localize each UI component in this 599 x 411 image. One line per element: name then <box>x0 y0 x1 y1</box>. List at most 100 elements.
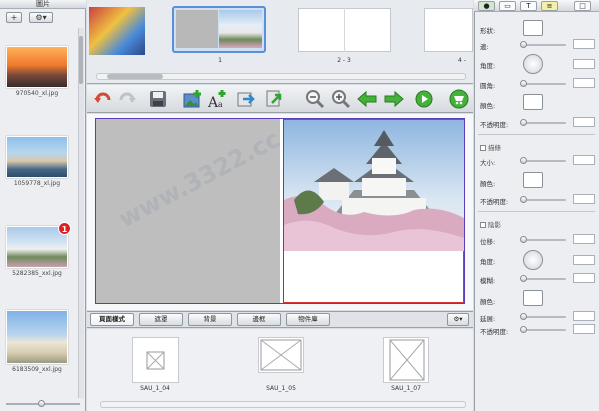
shadow-blur-value-field[interactable] <box>573 273 595 283</box>
opacity-slider[interactable] <box>522 122 566 124</box>
layout-thumbnail[interactable] <box>383 337 429 383</box>
page-gutter <box>283 119 284 303</box>
page-number-label: 2 - 3 <box>337 57 351 64</box>
shadow-angle-label: 角度: <box>480 258 496 266</box>
photo-item[interactable]: 970540_xl.jpg <box>6 46 68 97</box>
layout-thumbnail[interactable] <box>132 337 179 383</box>
page-icon[interactable]: □ <box>574 1 591 11</box>
stroke-size-slider-knob[interactable] <box>520 157 527 164</box>
shadow-checkbox[interactable] <box>480 222 486 228</box>
shadow-spread-value-field[interactable] <box>573 311 595 321</box>
shadow-color-well[interactable] <box>523 290 543 306</box>
stroke-color-well[interactable] <box>523 172 543 188</box>
border-value-field[interactable] <box>573 39 595 49</box>
undo-icon[interactable] <box>93 89 113 109</box>
tab-object-library[interactable]: 物件庫 <box>286 313 330 326</box>
shadow-spread-slider[interactable] <box>522 316 566 318</box>
shadow-angle-dial[interactable] <box>523 250 543 270</box>
add-text-icon[interactable]: Aa <box>207 89 227 109</box>
stroke-section-header[interactable]: 描條 <box>480 142 501 152</box>
shadow-section-label: 陰影 <box>488 221 501 229</box>
add-photo-button[interactable]: + <box>6 12 22 23</box>
color-well[interactable] <box>523 94 543 110</box>
share-icon[interactable] <box>264 89 284 109</box>
angle-value-field[interactable] <box>573 59 595 69</box>
shadow-spread-label: 延展: <box>480 315 496 323</box>
shadow-spread-slider-knob[interactable] <box>520 313 527 320</box>
stroke-size-value-field[interactable] <box>573 155 595 165</box>
tab-mask[interactable]: 遮罩 <box>139 313 183 326</box>
photo-options-button[interactable]: ⚙▾ <box>29 12 53 23</box>
shadow-offset-label: 位移: <box>480 238 496 246</box>
previous-page-icon[interactable] <box>357 89 377 109</box>
scrollbar-thumb[interactable] <box>107 74 163 79</box>
shadow-opacity-slider-knob[interactable] <box>520 326 527 333</box>
corner-slider-knob[interactable] <box>520 80 527 87</box>
layout-gallery-scrollbar[interactable] <box>100 401 466 408</box>
save-icon[interactable] <box>148 89 168 109</box>
stroke-opacity-slider-knob[interactable] <box>520 196 527 203</box>
scrollbar-thumb[interactable] <box>79 36 83 84</box>
angle-dial[interactable] <box>523 54 543 74</box>
shadow-section-header[interactable]: 陰影 <box>480 219 501 229</box>
stroke-size-slider[interactable] <box>522 160 566 162</box>
tab-border[interactable]: 邊框 <box>237 313 281 326</box>
export-icon[interactable] <box>236 89 256 109</box>
shape-picker[interactable] <box>523 20 543 36</box>
shadow-offset-slider-knob[interactable] <box>520 236 527 243</box>
section-divider <box>478 134 595 135</box>
opacity-slider-knob[interactable] <box>520 119 527 126</box>
add-picture-icon[interactable] <box>183 89 203 109</box>
cart-icon[interactable] <box>449 89 469 109</box>
layout-thumbnail[interactable] <box>258 337 304 373</box>
border-label: 邊: <box>480 43 489 51</box>
photo-item[interactable]: 1059778_xl.jpg <box>6 136 68 187</box>
shadow-opacity-value-field[interactable] <box>573 324 595 334</box>
tab-page-style[interactable]: 頁面樣式 <box>90 313 134 326</box>
shadow-offset-slider[interactable] <box>522 239 566 241</box>
tab-background[interactable]: 背景 <box>188 313 232 326</box>
stroke-checkbox[interactable] <box>480 145 486 151</box>
shape-label: 形狀: <box>480 27 496 35</box>
shadow-opacity-slider[interactable] <box>522 329 566 331</box>
layout-label: SAU_1_07 <box>391 385 421 392</box>
photo-filename: 5282385_xxl.jpg <box>12 270 62 277</box>
redo-icon[interactable] <box>117 89 137 109</box>
next-page-icon[interactable] <box>384 89 404 109</box>
corner-slider[interactable] <box>522 83 566 85</box>
ruler-icon[interactable]: ≡ <box>541 1 558 11</box>
stroke-color-label: 顏色: <box>480 180 496 188</box>
zoom-slider-knob[interactable] <box>38 400 45 407</box>
photo-item[interactable]: 5282385_xxl.jpg <box>6 226 68 277</box>
shadow-color-label: 顏色: <box>480 298 496 306</box>
corner-value-field[interactable] <box>573 78 595 88</box>
page-number-label: 1 <box>218 57 222 64</box>
photo-filename: 970540_xl.jpg <box>15 90 59 97</box>
shadow-blur-slider[interactable] <box>522 278 566 280</box>
zoom-out-icon[interactable] <box>305 89 325 109</box>
shadow-angle-value-field[interactable] <box>573 255 595 265</box>
shadow-blur-slider-knob[interactable] <box>520 275 527 282</box>
castle-photo[interactable] <box>284 120 464 251</box>
shadow-offset-value-field[interactable] <box>573 234 595 244</box>
section-divider <box>478 211 595 212</box>
page-thumbnail[interactable] <box>424 8 473 52</box>
tab-options-button[interactable]: ⚙▾ <box>447 313 469 326</box>
zoom-in-icon[interactable] <box>331 89 351 109</box>
photo-item[interactable]: 6183509_xxl.jpg <box>6 310 68 373</box>
page-fold-line <box>344 8 345 52</box>
border-slider[interactable] <box>522 44 566 46</box>
layout-label: SAU_1_04 <box>140 385 170 392</box>
border-slider-knob[interactable] <box>520 41 527 48</box>
text-icon[interactable]: T <box>520 1 537 11</box>
picture-icon[interactable]: ● <box>478 1 495 11</box>
left-page[interactable] <box>96 119 280 303</box>
opacity-value-field[interactable] <box>573 117 595 127</box>
stroke-opacity-value-field[interactable] <box>573 194 595 204</box>
play-icon[interactable] <box>414 89 434 109</box>
shadow-opacity-label: 不透明度: <box>480 328 509 336</box>
frame-icon[interactable]: ▭ <box>499 1 516 11</box>
corner-label: 圓角: <box>480 82 496 90</box>
stroke-opacity-slider[interactable] <box>522 199 566 201</box>
cover-thumbnail[interactable] <box>89 7 145 55</box>
